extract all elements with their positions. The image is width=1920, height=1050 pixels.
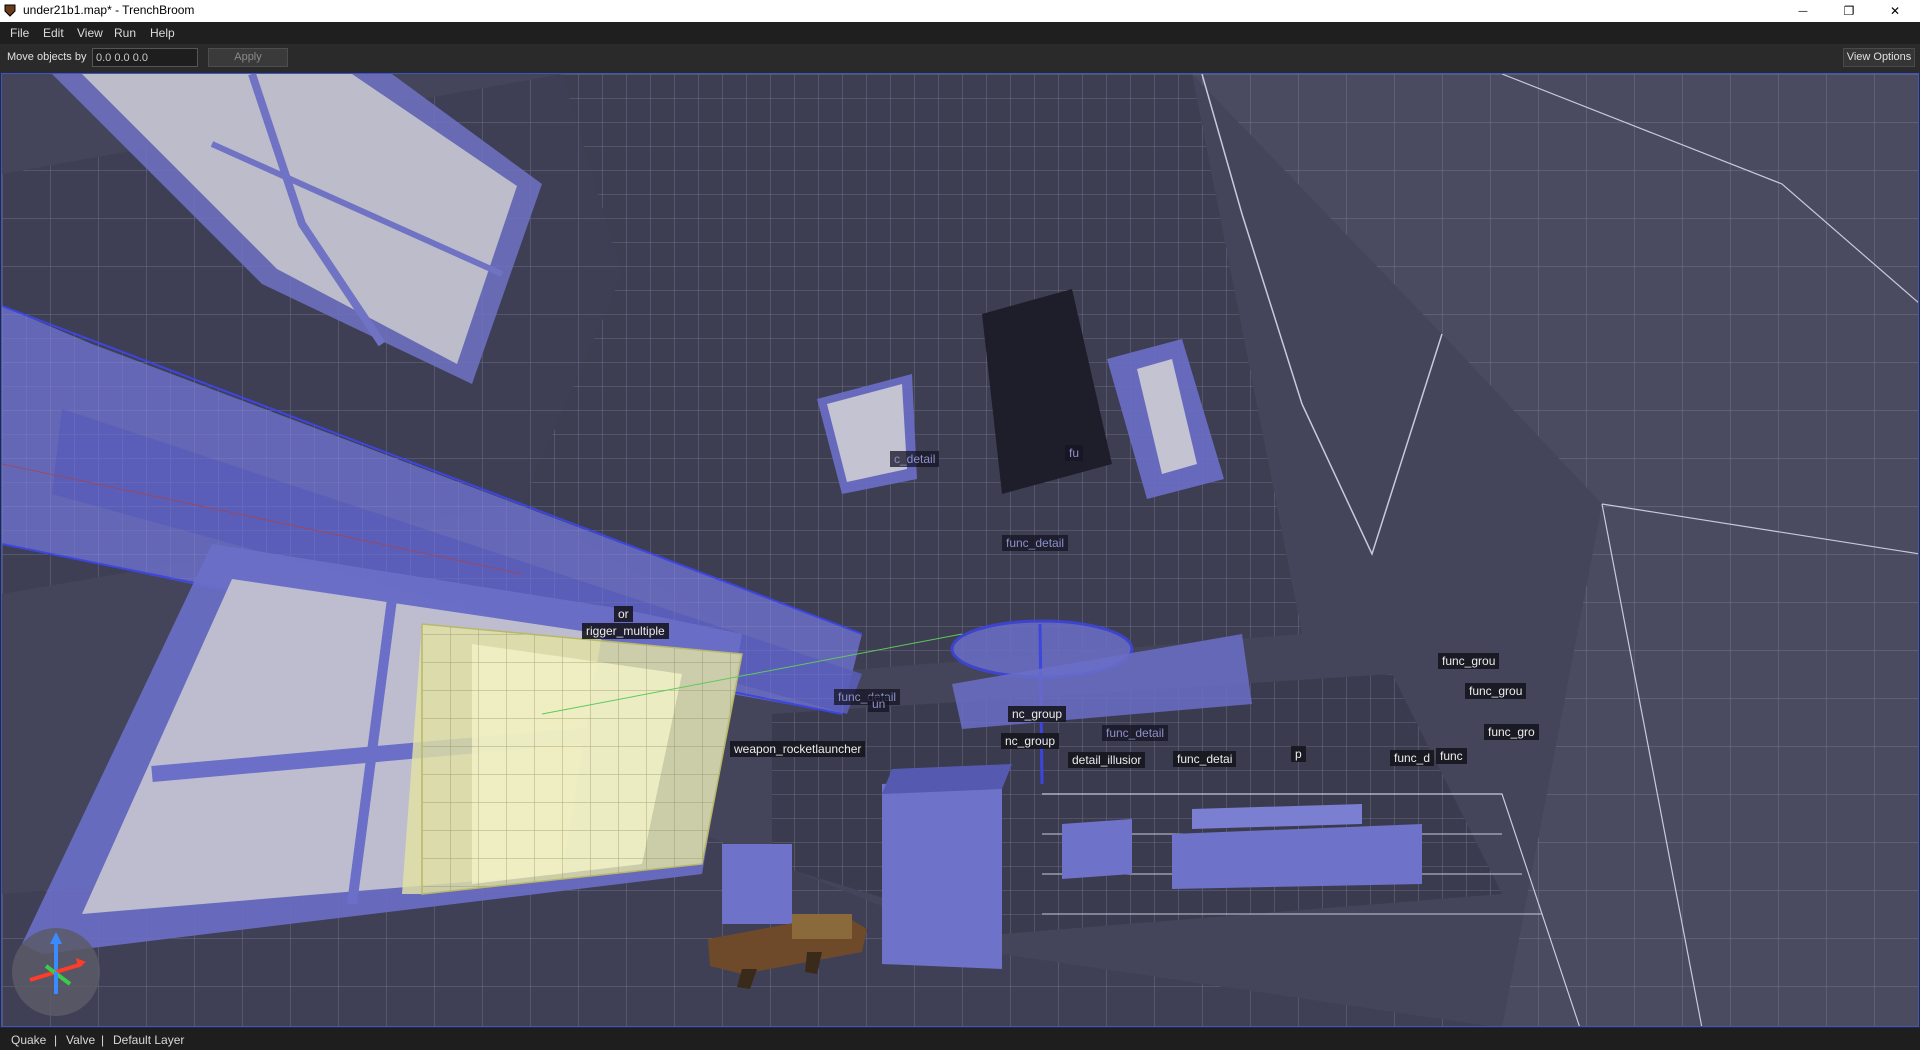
menu-file[interactable]: File	[10, 26, 29, 40]
view-options-button[interactable]: View Options	[1843, 48, 1915, 67]
entity-label: func_gro	[1484, 724, 1539, 740]
entity-label: nc_group	[1008, 706, 1067, 722]
small-block-brush	[722, 844, 792, 924]
entity-label: fu	[1065, 445, 1084, 461]
window-title: under21b1.map* - TrenchBroom	[23, 3, 195, 17]
status-game: Quake	[11, 1033, 47, 1047]
status-map-format: Valve	[66, 1033, 96, 1047]
scene-render	[2, 74, 1918, 1026]
entity-label: func_d	[1390, 750, 1435, 766]
minimize-button[interactable]: —	[1780, 0, 1826, 22]
entity-label: detail_illusior	[1068, 752, 1146, 768]
axis-gizmo-icon	[12, 928, 100, 1016]
close-icon: ✕	[1889, 4, 1901, 18]
entity-label: func_detail	[1002, 535, 1069, 551]
close-button[interactable]: ✕	[1872, 0, 1918, 22]
menu-bar: File Edit View Run Help	[0, 22, 1920, 44]
menu-run[interactable]: Run	[114, 26, 136, 40]
entity-label: p	[1291, 746, 1306, 762]
status-bar: Quake | Valve | Default Layer	[0, 1028, 1920, 1050]
entity-label: un	[868, 696, 890, 712]
move-offset-input[interactable]	[92, 48, 198, 67]
trenchbroom-app-icon	[4, 4, 16, 17]
move-objects-toolbar: Move objects by Apply View Options	[0, 44, 1920, 72]
entity-label: func_detail	[1102, 725, 1169, 741]
apply-button[interactable]: Apply	[208, 48, 288, 67]
table-brush	[1172, 824, 1422, 889]
status-separator: |	[54, 1033, 58, 1047]
status-separator: |	[101, 1033, 105, 1047]
restore-icon: ❐	[1843, 4, 1855, 18]
menu-edit[interactable]: Edit	[43, 26, 64, 40]
map-3d-viewport[interactable]: c_detail fu func_detail or rigger_multip…	[1, 73, 1919, 1027]
move-objects-label: Move objects by	[7, 51, 87, 63]
entity-label: c_detail	[890, 451, 940, 467]
minimize-icon: —	[1798, 5, 1808, 17]
restore-button[interactable]: ❐	[1826, 0, 1872, 22]
entity-label: func_detai	[1173, 751, 1237, 767]
entity-label: rigger_multiple	[582, 623, 669, 639]
entity-label: weapon_rocketlauncher	[730, 741, 866, 757]
entity-label: func_grou	[1465, 683, 1527, 699]
pillar-brush	[882, 779, 1002, 969]
entity-label: nc_group	[1001, 733, 1060, 749]
menu-view[interactable]: View	[77, 26, 103, 40]
menu-help[interactable]: Help	[150, 26, 175, 40]
entity-label: func_grou	[1438, 653, 1500, 669]
entity-label: or	[614, 606, 633, 622]
entity-label: func	[1436, 748, 1467, 764]
status-layer[interactable]: Default Layer	[113, 1033, 184, 1047]
window-titlebar: under21b1.map* - TrenchBroom — ❐ ✕	[0, 0, 1920, 22]
